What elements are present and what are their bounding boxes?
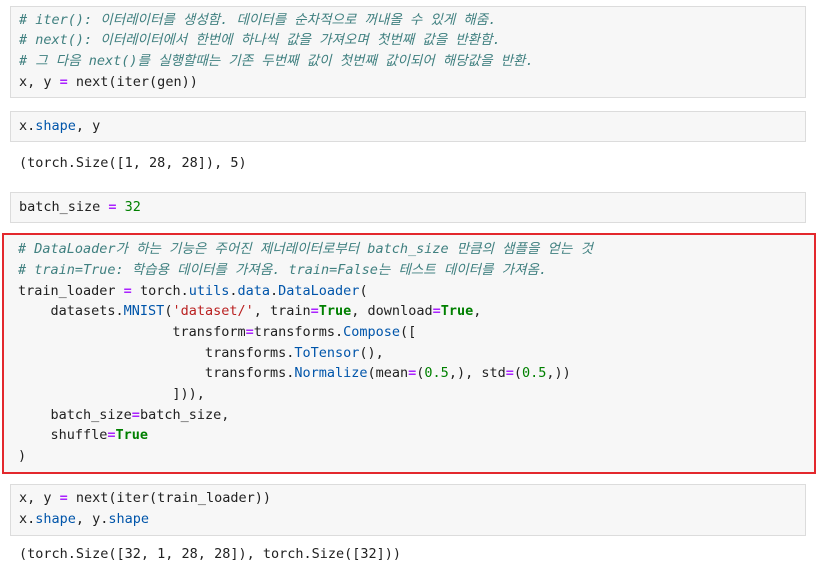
code-token: torch. — [131, 283, 189, 299]
code-line: x, y = next(iter(train_loader)) — [19, 488, 271, 508]
operator: = — [432, 303, 441, 319]
code-token: x, y — [19, 490, 60, 506]
attribute: MNIST — [123, 303, 165, 319]
code-token: transforms. — [253, 324, 344, 340]
operator: = — [59, 490, 68, 506]
code-token: ( — [513, 365, 522, 381]
code-line: batch_size=batch_size, — [18, 405, 230, 425]
code-token: batch_size, — [139, 407, 230, 423]
code-token: next(iter(gen)) — [67, 74, 198, 90]
code-token: (mean — [367, 365, 409, 381]
operator: = — [108, 199, 117, 215]
code-token: , y — [75, 118, 101, 134]
cell-output: (torch.Size([32, 1, 28, 28]), torch.Size… — [19, 546, 402, 562]
code-token: , download — [351, 303, 433, 319]
attribute: shape — [35, 511, 76, 527]
code-line: batch_size = 32 — [19, 197, 141, 217]
code-cell-dataloader-selected[interactable]: # DataLoader가 하는 기능은 주어진 제너레이터로부터 batch_… — [2, 233, 816, 474]
code-line: datasets.MNIST('dataset/', train=True, d… — [18, 301, 482, 321]
keyword: True — [115, 427, 149, 443]
code-cell-shape[interactable]: x.shape, y — [10, 111, 806, 142]
attribute: data — [237, 283, 271, 299]
code-line: x.shape, y — [19, 116, 100, 136]
operator: = — [59, 74, 68, 90]
code-token: datasets. — [18, 303, 124, 319]
code-line: transforms.ToTensor(), — [18, 343, 384, 363]
code-token: (), — [359, 345, 384, 361]
code-cell-train-loader-shape[interactable]: x, y = next(iter(train_loader)) x.shape,… — [10, 484, 806, 536]
code-token: transforms. — [18, 345, 295, 361]
attribute: shape — [35, 118, 76, 134]
operator: = — [107, 427, 116, 443]
code-token: batch_size — [19, 199, 109, 215]
operator: = — [505, 365, 514, 381]
code-line: ) — [18, 448, 27, 464]
code-token: next(iter(train_loader)) — [67, 490, 271, 506]
code-line: transform=transforms.Compose([ — [18, 322, 416, 342]
operator: = — [131, 407, 140, 423]
code-line: transforms.Normalize(mean=(0.5,), std=(0… — [18, 363, 571, 383]
code-token: , — [473, 303, 482, 319]
operator: = — [123, 283, 132, 299]
code-cell-batch-size[interactable]: batch_size = 32 — [10, 192, 806, 223]
code-token: transform — [18, 324, 246, 340]
code-token: x. — [19, 118, 36, 134]
code-token: ,), std — [448, 365, 506, 381]
keyword: True — [318, 303, 352, 319]
attribute: Compose — [343, 324, 401, 340]
code-token: ([ — [400, 324, 417, 340]
string: 'dataset/' — [172, 303, 254, 319]
comment-line: # train=True: 학습용 데이터를 가져옴. train=False는… — [18, 262, 548, 278]
code-line: x, y = next(iter(gen)) — [19, 72, 198, 92]
comment-line: # iter(): 이터레이터를 생성함. 데이터를 순차적으로 꺼내올 수 있… — [19, 12, 497, 28]
number: 32 — [116, 199, 141, 215]
code-token: shuffle — [18, 427, 108, 443]
code-token: , y. — [75, 511, 109, 527]
operator: = — [310, 303, 319, 319]
attribute: Normalize — [294, 365, 368, 381]
code-line: train_loader = torch.utils.data.DataLoad… — [18, 281, 368, 301]
code-token: batch_size — [18, 407, 132, 423]
cell-output: (torch.Size([1, 28, 28]), 5) — [19, 155, 247, 171]
code-token: . — [229, 283, 238, 299]
code-token: x, y — [19, 74, 60, 90]
code-line: x.shape, y.shape — [19, 509, 149, 529]
comment-line: # 그 다음 next()를 실행할때는 기존 두번째 값이 첫번째 값이되어 … — [19, 53, 534, 69]
code-line: shuffle=True — [18, 425, 149, 445]
code-cell-generator[interactable]: # iter(): 이터레이터를 생성함. 데이터를 순차적으로 꺼내올 수 있… — [10, 6, 806, 98]
code-token: . — [270, 283, 279, 299]
code-token: ,)) — [546, 365, 571, 381]
attribute: utils — [188, 283, 230, 299]
keyword: True — [440, 303, 474, 319]
comment-line: # next(): 이터레이터에서 한번에 하나씩 값을 가져오며 첫번째 값을… — [19, 32, 501, 48]
code-token: ( — [359, 283, 368, 299]
attribute: DataLoader — [278, 283, 360, 299]
attribute: ToTensor — [294, 345, 360, 361]
comment-line: # DataLoader가 하는 기능은 주어진 제너레이터로부터 batch_… — [18, 241, 593, 257]
code-token: train_loader — [18, 283, 124, 299]
number: 0.5 — [522, 365, 547, 381]
code-token: x. — [19, 511, 36, 527]
code-token: , train — [253, 303, 311, 319]
code-line: ])), — [18, 386, 205, 402]
number: 0.5 — [424, 365, 449, 381]
operator: = — [245, 324, 254, 340]
code-token: transforms. — [18, 365, 295, 381]
attribute: shape — [108, 511, 150, 527]
